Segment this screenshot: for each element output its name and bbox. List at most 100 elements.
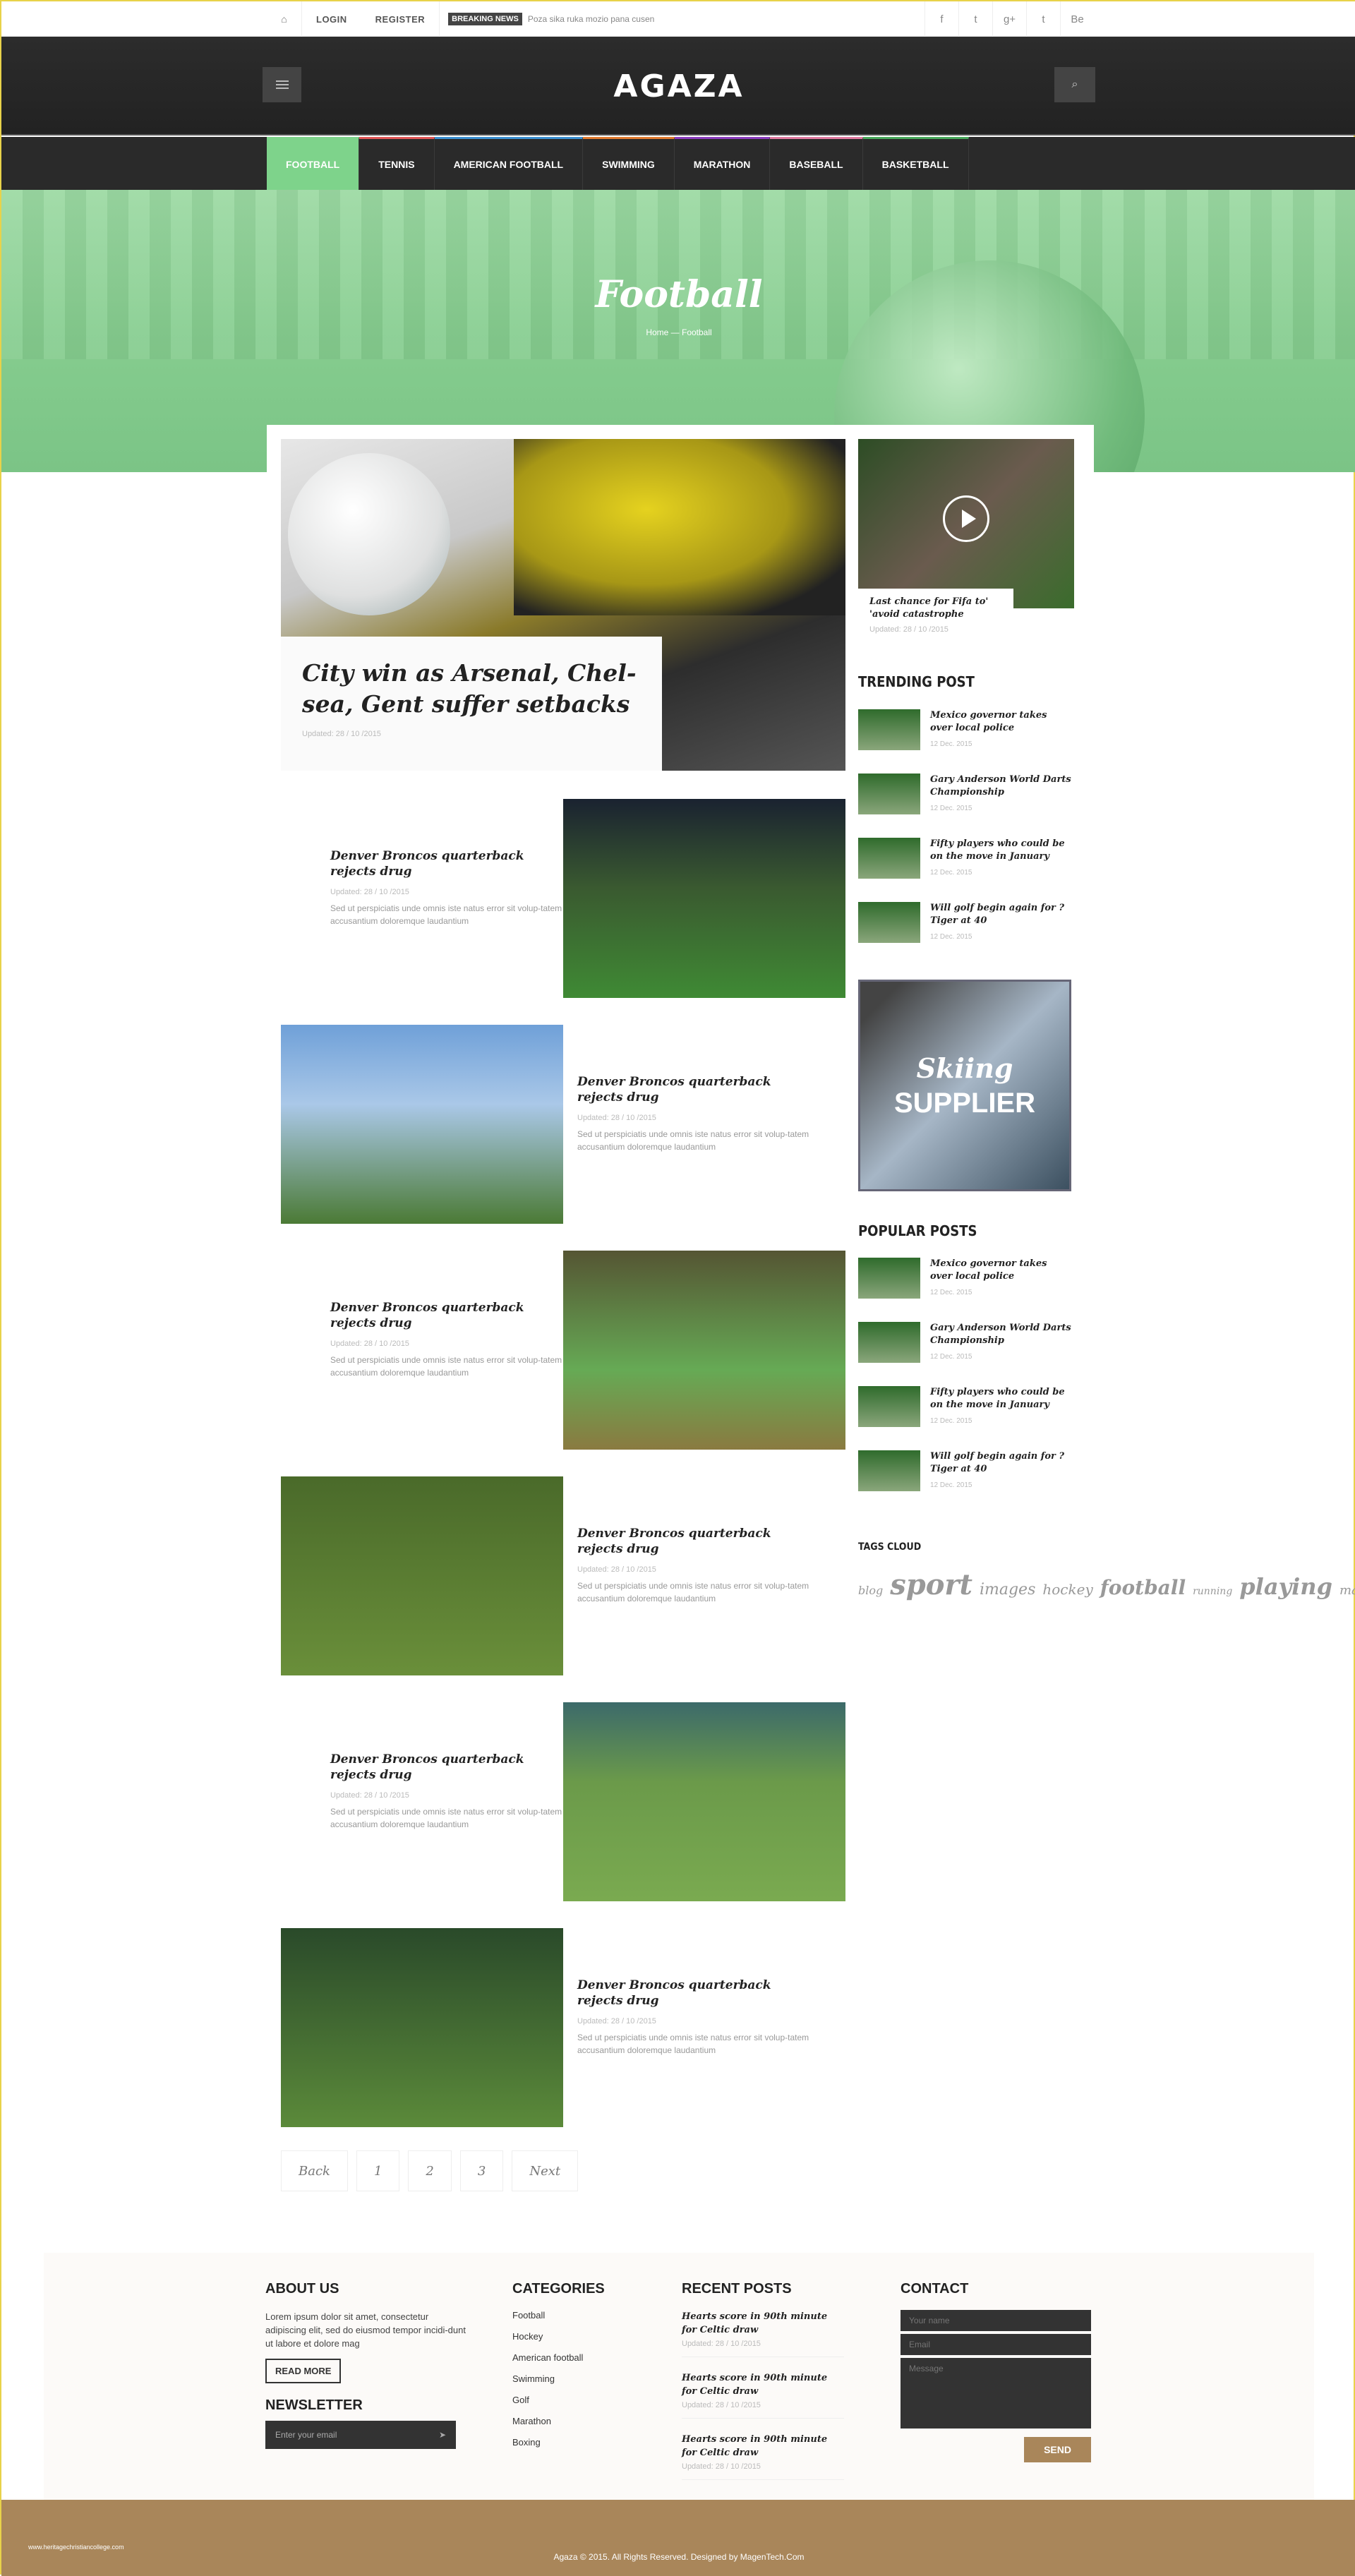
post-excerpt: Sed ut perspiciatis unde omnis iste natu… <box>330 1807 562 1829</box>
post-title[interactable]: Denver Broncos quarterback rejects drug <box>577 1074 817 1105</box>
tag-link[interactable]: hockey <box>1042 1581 1092 1598</box>
post-text: Denver Broncos quarterback rejects drug U… <box>577 1526 817 1605</box>
trending-item[interactable]: Will golf begin again for ?Tiger at 40 12… <box>858 902 1074 947</box>
item-title[interactable]: Fifty players who could be on the move i… <box>930 1386 1071 1412</box>
popular-item[interactable]: Mexico governor takes over local police 1… <box>858 1258 1074 1303</box>
popular-item[interactable]: Fifty players who could be on the move i… <box>858 1386 1074 1431</box>
post-title[interactable]: Denver Broncos quarterback rejects drug <box>577 1978 817 2009</box>
nav-item-football[interactable]: FOOTBALL <box>267 137 360 190</box>
social-links: f t g+ t Be <box>925 1 1094 37</box>
recent-title[interactable]: Hearts score in 90th minute for Celtic d… <box>682 2371 844 2398</box>
post-title[interactable]: Denver Broncos quarterback rejects drug <box>577 1526 817 1557</box>
play-icon[interactable] <box>943 495 989 542</box>
tag-link[interactable]: blog <box>858 1584 883 1597</box>
facebook-icon[interactable]: f <box>925 1 958 37</box>
ad-banner[interactable]: Skiing SUPPLIER <box>858 980 1071 1191</box>
page-2[interactable]: 2 <box>408 2150 452 2191</box>
register-link[interactable]: REGISTER <box>361 14 439 25</box>
category-link[interactable]: American football <box>512 2352 605 2363</box>
behance-icon[interactable]: Be <box>1060 1 1094 37</box>
thumbnail[interactable] <box>858 838 920 879</box>
breaking-text[interactable]: Poza sika ruka mozio pana cusen <box>528 14 654 24</box>
nav-item-basketball[interactable]: BASKETBALL <box>862 137 969 190</box>
trending-item[interactable]: Fifty players who could be on the move i… <box>858 838 1074 883</box>
nav-item-tennis[interactable]: TENNIS <box>359 137 435 190</box>
send-button[interactable]: SEND <box>1024 2437 1091 2462</box>
nav-item-american-football[interactable]: AMERICAN FOOTBALL <box>434 137 584 190</box>
post-title[interactable]: Denver Broncos quarterback rejects drug <box>330 848 570 879</box>
post-image[interactable] <box>281 1025 563 1224</box>
thumbnail[interactable] <box>858 902 920 943</box>
nav-item-marathon[interactable]: MARATHON <box>674 137 771 190</box>
tag-link[interactable]: sport <box>890 1568 972 1601</box>
google-plus-icon[interactable]: g+ <box>992 1 1026 37</box>
tag-link[interactable]: running <box>1193 1586 1232 1597</box>
breadcrumb[interactable]: Home — Football <box>1 327 1355 337</box>
nav-item-baseball[interactable]: BASEBALL <box>770 137 863 190</box>
category-link[interactable]: Hockey <box>512 2331 605 2342</box>
popular-item[interactable]: Will golf begin again for ?Tiger at 40 12… <box>858 1450 1074 1495</box>
thumbnail[interactable] <box>858 1258 920 1299</box>
recent-date: Updated: 28 / 10 /2015 <box>682 2401 761 2409</box>
trending-item[interactable]: Gary Anderson World Darts Championship 12… <box>858 774 1074 819</box>
category-link[interactable]: Golf <box>512 2395 605 2405</box>
item-title[interactable]: Fifty players who could be on the move i… <box>930 838 1071 863</box>
featured-post[interactable]: City win as Arsenal, Chel-sea, Gent suff… <box>281 439 845 771</box>
email-field[interactable] <box>901 2334 1091 2355</box>
item-title[interactable]: Gary Anderson World Darts Championship <box>930 1322 1071 1347</box>
post-image[interactable] <box>563 1251 845 1450</box>
thumbnail[interactable] <box>858 1450 920 1491</box>
page-3[interactable]: 3 <box>459 2150 504 2191</box>
recent-title[interactable]: Hearts score in 90th minute for Celtic d… <box>682 2310 844 2337</box>
category-link[interactable]: Boxing <box>512 2437 605 2448</box>
category-link[interactable]: Marathon <box>512 2416 605 2426</box>
recent-title[interactable]: Hearts score in 90th minute for Celtic d… <box>682 2433 844 2460</box>
thumbnail[interactable] <box>858 709 920 750</box>
post-title[interactable]: Denver Broncos quarterback rejects drug <box>330 1752 570 1783</box>
item-date: 12 Dec. 2015 <box>930 1481 972 1489</box>
tag-link[interactable]: match <box>1339 1583 1355 1598</box>
page-next[interactable]: Next <box>512 2150 579 2191</box>
twitter-icon[interactable]: t <box>958 1 992 37</box>
thumbnail[interactable] <box>858 774 920 814</box>
post-image[interactable] <box>281 1928 563 2127</box>
tag-link[interactable]: images <box>980 1581 1035 1599</box>
tag-link[interactable]: playing <box>1239 1573 1332 1600</box>
category-link[interactable]: Swimming <box>512 2373 605 2384</box>
tag-link[interactable]: football <box>1100 1576 1186 1599</box>
home-icon[interactable]: ⌂ <box>267 1 302 37</box>
category-link[interactable]: Football <box>512 2310 605 2321</box>
featured-title[interactable]: City win as Arsenal, Chel-sea, Gent suff… <box>302 658 641 720</box>
read-more-button[interactable]: READ MORE <box>265 2359 342 2383</box>
login-link[interactable]: LOGIN <box>302 14 361 25</box>
page-back[interactable]: Back <box>281 2150 348 2191</box>
trending-item[interactable]: Mexico governor takes over local police 1… <box>858 709 1074 754</box>
video-title[interactable]: Last chance for Fifa to' 'avoid catastro… <box>869 596 1002 621</box>
recent-post: Hearts score in 90th minute for Celtic d… <box>682 2371 844 2419</box>
thumbnail[interactable] <box>858 1322 920 1363</box>
page-1[interactable]: 1 <box>356 2150 400 2191</box>
popular-item[interactable]: Gary Anderson World Darts Championship 12… <box>858 1322 1074 1367</box>
search-button[interactable]: ⌕ <box>1054 67 1095 102</box>
video-thumbnail[interactable] <box>858 439 1074 608</box>
name-field[interactable] <box>901 2310 1091 2331</box>
send-icon[interactable]: ➤ <box>439 2430 446 2440</box>
message-field[interactable] <box>901 2358 1091 2428</box>
main-nav: FOOTBALL TENNIS AMERICAN FOOTBALL SWIMMING M… <box>1 137 1355 190</box>
thumbnail[interactable] <box>858 1386 920 1427</box>
item-title[interactable]: Gary Anderson World Darts Championship <box>930 774 1071 799</box>
nav-item-swimming[interactable]: SWIMMING <box>583 137 675 190</box>
site-logo[interactable]: AGAZA <box>1 68 1355 104</box>
post-title[interactable]: Denver Broncos quarterback rejects drug <box>330 1300 570 1331</box>
tags-cloud: blog sport images hockey football running play… <box>858 1568 1355 1608</box>
tumblr-icon[interactable]: t <box>1026 1 1060 37</box>
post-image[interactable] <box>563 1702 845 1901</box>
newsletter-input[interactable]: Enter your email ➤ <box>265 2421 456 2449</box>
item-title[interactable]: Will golf begin again for ?Tiger at 40 <box>930 902 1071 927</box>
item-title[interactable]: Mexico governor takes over local police <box>930 1258 1071 1283</box>
item-title[interactable]: Mexico governor takes over local police <box>930 709 1071 735</box>
post-image[interactable] <box>563 799 845 998</box>
post-image[interactable] <box>281 1476 563 1675</box>
trending-title: TRENDING POST <box>858 673 975 690</box>
item-title[interactable]: Will golf begin again for ?Tiger at 40 <box>930 1450 1071 1476</box>
